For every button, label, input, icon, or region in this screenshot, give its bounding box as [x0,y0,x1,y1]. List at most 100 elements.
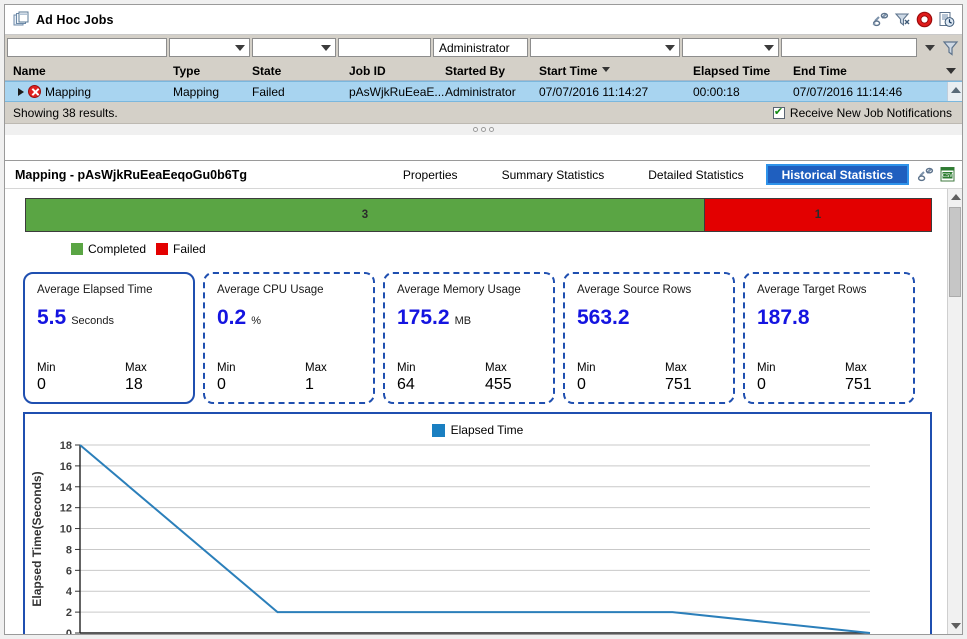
jobid-filter-input[interactable] [338,38,431,57]
stat-card-value: 0.2 [217,306,246,330]
max-label: Max [453,362,541,374]
column-chooser-icon[interactable] [946,68,956,74]
stat-card-title: Average Elapsed Time [37,284,181,296]
stat-card-average-cpu-usage[interactable]: Average CPU Usage 0.2 % Min Max 0 1 [203,272,375,404]
legend-item-failed[interactable]: Failed [156,242,206,256]
filter-bar: Administrator [5,35,962,61]
failed-icon [28,85,41,98]
stat-card-average-memory-usage[interactable]: Average Memory Usage 175.2 MB Min Max 64 [383,272,555,404]
bar-segment-completed[interactable]: 3 [26,199,704,231]
max-value: 455 [453,376,541,394]
type-filter-select[interactable] [169,38,250,57]
detail-header: Mapping - pAsWjkRuEeaEeqoGu0b6Tg Propert… [5,161,962,189]
table-row[interactable]: Mapping Mapping Failed pAsWjkRuEeaE... A… [5,81,962,102]
stat-card-unit: MB [455,315,472,327]
min-label: Min [217,362,273,374]
panel-splitter-handle[interactable] [5,124,962,135]
column-header-job-id[interactable]: Job ID [349,61,441,80]
scroll-down-icon[interactable] [951,623,961,629]
detail-body: 3 1 Completed Failed [5,189,962,634]
column-header-elapsed-time[interactable]: Elapsed Time [693,61,803,80]
expand-row-icon[interactable] [18,88,24,96]
export-csv-icon[interactable]: CSV [939,166,956,183]
svg-text:16: 16 [60,461,72,473]
endtime-filter-dropdown[interactable] [919,38,939,57]
link-break-icon[interactable] [872,11,889,28]
min-value: 0 [217,376,273,394]
window-titlebar: Ad Hoc Jobs [5,5,962,35]
bar-segment-failed[interactable]: 1 [704,199,931,231]
scroll-up-icon[interactable] [951,194,961,200]
scrollbar-thumb[interactable] [949,207,961,297]
line-chart-legend: Elapsed Time [25,414,930,437]
stat-card-title: Average Source Rows [577,284,721,296]
elapsedtime-filter-select[interactable] [682,38,779,57]
tab-summary-statistics[interactable]: Summary Statistics [480,165,627,185]
column-header-type[interactable]: Type [173,61,247,80]
column-header-state[interactable]: State [252,61,352,80]
state-filter-select[interactable] [252,38,336,57]
svg-text:2: 2 [66,607,72,619]
legend-swatch-elapsed-time [432,424,445,437]
column-header-started-by[interactable]: Started By [445,61,535,80]
min-label: Min [37,362,93,374]
stat-card-minmax: Min Max 0 18 [37,362,181,394]
startedby-filter-input[interactable]: Administrator [433,38,528,57]
chevron-down-icon [321,45,331,51]
filter-funnel-icon[interactable] [941,38,960,57]
stat-card-minmax: Min Max 0 751 [577,362,721,394]
grid-vertical-scrollbar[interactable] [947,82,962,101]
max-label: Max [273,362,361,374]
scroll-up-icon[interactable] [951,87,961,93]
cell-name: Mapping [18,82,173,101]
line-chart-plot[interactable]: 024681012141618Elapsed Time(Seconds) [25,437,930,634]
tab-detailed-statistics[interactable]: Detailed Statistics [626,165,765,185]
svg-text:CSV: CSV [942,173,953,179]
stat-card-average-target-rows[interactable]: Average Target Rows 187.8 Min Max 0 [743,272,915,404]
max-label: Max [813,362,901,374]
receive-notifications-checkbox[interactable] [773,107,785,119]
job-status-bar-chart: 3 1 Completed Failed [25,198,932,256]
max-label: Max [633,362,721,374]
job-detail-panel: Mapping - pAsWjkRuEeaEeqoGu0b6Tg Propert… [4,160,963,635]
stat-card-average-elapsed-time[interactable]: Average Elapsed Time 5.5 Seconds Min Max… [23,272,195,404]
startedby-filter-value: Administrator [437,41,510,55]
column-header-end-time[interactable]: End Time [793,61,923,80]
apply-filter-icon[interactable] [894,11,911,28]
stat-card-value: 5.5 [37,306,66,330]
splitter-dot [473,127,478,132]
starttime-filter-select[interactable] [530,38,680,57]
splitter-dot [489,127,494,132]
column-header-name[interactable]: Name [13,61,173,80]
svg-text:6: 6 [66,565,72,577]
stat-card-average-source-rows[interactable]: Average Source Rows 563.2 Min Max 0 [563,272,735,404]
detail-header-icons: CSV [917,166,958,183]
tab-properties[interactable]: Properties [381,165,480,185]
notifications-toggle[interactable]: Receive New Job Notifications [773,106,954,120]
stat-card-unit: % [251,315,261,327]
stop-job-icon[interactable] [916,11,933,28]
cell-state: Failed [252,82,347,101]
endtime-filter-input[interactable] [781,38,917,57]
job-history-icon[interactable] [938,11,955,28]
svg-text:0: 0 [66,628,72,634]
legend-item-completed[interactable]: Completed [71,242,146,256]
application-root: Ad Hoc Jobs [0,0,967,639]
sort-descending-icon [602,67,610,72]
tab-historical-statistics[interactable]: Historical Statistics [766,164,909,185]
column-header-start-time[interactable]: Start Time [539,61,689,80]
chevron-down-icon [925,45,935,51]
stacked-windows-icon [13,11,30,28]
min-value: 0 [577,376,633,394]
detail-vertical-scrollbar[interactable] [947,189,962,634]
results-count-text: Showing 38 results. [13,106,118,120]
min-value: 0 [37,376,93,394]
stat-card-title: Average CPU Usage [217,284,361,296]
stat-card-minmax: Min Max 0 1 [217,362,361,394]
name-filter-input[interactable] [7,38,167,57]
detail-tabs: Properties Summary Statistics Detailed S… [381,164,909,185]
chevron-down-icon [665,45,675,51]
svg-text:8: 8 [66,544,72,556]
legend-label-elapsed-time: Elapsed Time [451,423,524,437]
link-break-icon[interactable] [917,166,934,183]
